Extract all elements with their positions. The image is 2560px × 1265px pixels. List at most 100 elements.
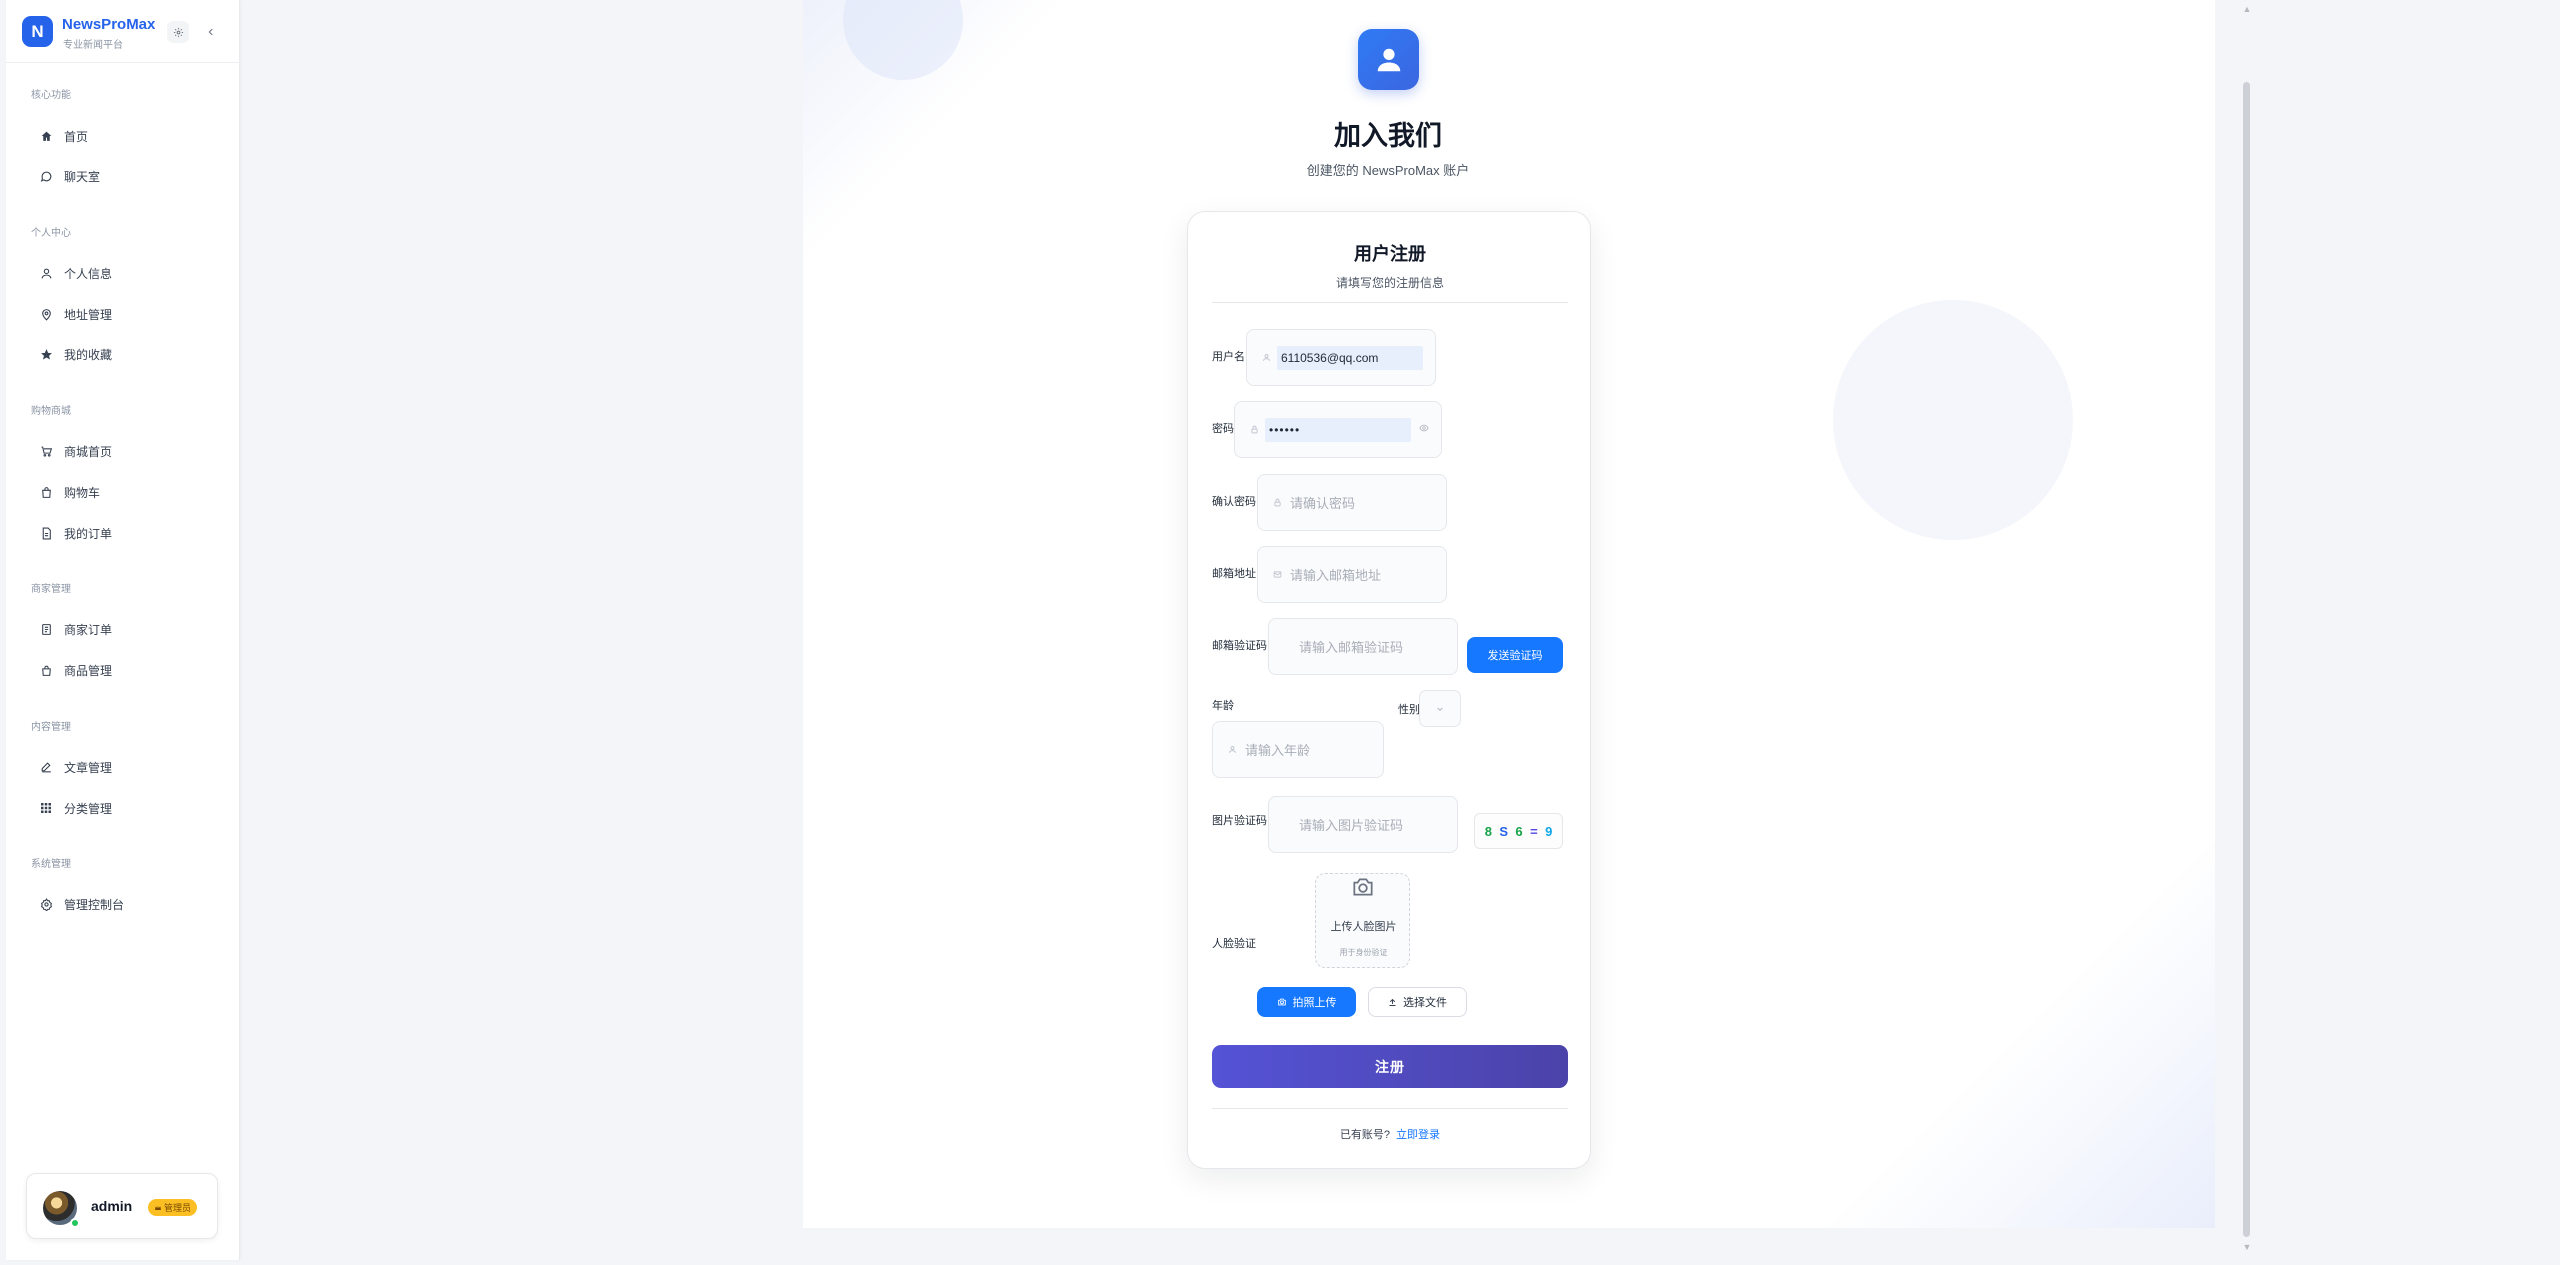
- page-subtitle: 创建您的 NewsProMax 账户: [1306, 163, 1470, 178]
- login-prompt-row: 已有账号? 立即登录: [1188, 1126, 1592, 1142]
- sidebar-item-products[interactable]: 商品管理: [24, 655, 224, 685]
- chevron-down-icon: [1437, 707, 1443, 711]
- eye-icon[interactable]: [1419, 423, 1429, 436]
- scroll-down-arrow[interactable]: ▼: [2242, 1242, 2252, 1252]
- theme-settings-button[interactable]: [167, 21, 189, 43]
- page-title: 加入我们: [1334, 121, 1442, 151]
- sidebar-item-favorites[interactable]: 我的收藏: [24, 339, 224, 369]
- section-title-personal: 个人中心: [31, 228, 71, 239]
- confirm-password-placeholder: 请确认密码: [1290, 496, 1356, 511]
- face-upload-area[interactable]: 上传人脸图片 用于身份验证: [1315, 873, 1410, 968]
- register-card: 用户注册 请填写您的注册信息 用户名 6110536@qq.com 密码 •••…: [1187, 211, 1591, 1169]
- product-icon: [38, 662, 54, 678]
- sidebar-item-label: 文章管理: [64, 760, 113, 775]
- section-title-content: 内容管理: [31, 722, 71, 733]
- choose-file-button[interactable]: 选择文件: [1368, 987, 1467, 1017]
- captcha-char: 8: [1484, 823, 1492, 839]
- scrollbar[interactable]: ▲ ▼: [2238, 0, 2256, 1265]
- scrollbar-thumb[interactable]: [2243, 82, 2250, 1237]
- mail-icon: [1272, 570, 1282, 580]
- sidebar-item-label: 我的订单: [64, 526, 113, 541]
- sidebar: N NewsProMax 专业新闻平台 核心功能 首页 聊天室 个人中心 个人信…: [6, 0, 240, 1260]
- divider: [1212, 302, 1568, 303]
- send-code-button[interactable]: 发送验证码: [1467, 637, 1563, 673]
- email-code-label: 邮箱验证码: [1212, 640, 1267, 652]
- captcha-image[interactable]: 8 S 6 = 9: [1474, 813, 1563, 849]
- brand-logo[interactable]: N: [22, 16, 53, 47]
- password-field[interactable]: ••••••: [1234, 401, 1442, 458]
- age-field[interactable]: 请输入年龄: [1212, 721, 1384, 778]
- camera-icon: [1353, 878, 1373, 896]
- sidebar-item-chat[interactable]: 聊天室: [24, 161, 224, 191]
- email-code-field[interactable]: 请输入邮箱验证码: [1268, 618, 1458, 675]
- user-icon: [1261, 353, 1271, 363]
- settings-icon: [38, 896, 54, 912]
- email-field[interactable]: 请输入邮箱地址: [1257, 546, 1447, 603]
- sidebar-item-orders[interactable]: 我的订单: [24, 518, 224, 548]
- brand-name: NewsProMax: [62, 16, 156, 33]
- image-code-field[interactable]: 请输入图片验证码: [1268, 796, 1458, 853]
- bag-icon: [38, 484, 54, 500]
- age-placeholder: 请输入年龄: [1245, 743, 1311, 758]
- email-code-placeholder: 请输入邮箱验证码: [1299, 640, 1404, 655]
- upload-icon: [1389, 998, 1396, 1006]
- decor-blob: [1833, 300, 2073, 540]
- register-submit-button[interactable]: 注册: [1212, 1045, 1568, 1088]
- sidebar-item-label: 管理控制台: [64, 897, 125, 912]
- captcha-char: 6: [1515, 823, 1523, 839]
- camera-upload-button[interactable]: 拍照上传: [1257, 987, 1356, 1017]
- section-title-system: 系统管理: [31, 859, 71, 870]
- login-prompt: 已有账号?: [1339, 1129, 1391, 1141]
- login-link[interactable]: 立即登录: [1396, 1129, 1440, 1141]
- lock-icon: [1272, 498, 1282, 508]
- sidebar-item-articles[interactable]: 文章管理: [24, 752, 224, 782]
- crown-icon: [155, 1205, 161, 1210]
- online-status-dot: [70, 1218, 80, 1228]
- gender-select[interactable]: [1419, 690, 1461, 727]
- form-subtitle: 请填写您的注册信息: [1335, 276, 1444, 290]
- confirm-password-field[interactable]: 请确认密码: [1257, 474, 1447, 531]
- user-card[interactable]: admin 管理员: [26, 1173, 218, 1239]
- face-label: 人脸验证: [1212, 938, 1256, 950]
- sidebar-item-label: 我的收藏: [64, 347, 113, 362]
- username-field[interactable]: 6110536@qq.com: [1246, 329, 1436, 386]
- section-title-merchant: 商家管理: [31, 584, 71, 595]
- decor-blob: [843, 0, 963, 80]
- sidebar-item-merchant-orders[interactable]: 商家订单: [24, 614, 224, 644]
- captcha-char: S: [1499, 823, 1509, 839]
- lock-icon: [1249, 425, 1259, 435]
- sidebar-item-address[interactable]: 地址管理: [24, 299, 224, 329]
- sidebar-item-admin-console[interactable]: 管理控制台: [24, 889, 224, 919]
- chevron-left-icon: [208, 28, 213, 36]
- brand-header: N NewsProMax 专业新闻平台: [6, 0, 240, 63]
- captcha-char: =: [1530, 823, 1538, 839]
- user-icon: [1227, 745, 1237, 755]
- sidebar-item-shop-home[interactable]: 商城首页: [24, 436, 224, 466]
- receipt-icon: [38, 621, 54, 637]
- sidebar-item-label: 分类管理: [64, 801, 113, 816]
- password-label: 密码: [1212, 423, 1234, 435]
- role-badge-label: 管理员: [164, 1203, 192, 1213]
- main-content: 加入我们 创建您的 NewsProMax 账户 用户注册 请填写您的注册信息 用…: [240, 0, 2560, 1265]
- brand-subtitle: 专业新闻平台: [63, 40, 123, 51]
- scroll-up-arrow[interactable]: ▲: [2242, 4, 2252, 14]
- sidebar-item-label: 地址管理: [64, 307, 113, 322]
- app-root: N NewsProMax 专业新闻平台 核心功能 首页 聊天室 个人中心 个人信…: [0, 0, 2560, 1265]
- hero-user-icon: [1358, 29, 1419, 90]
- gender-label: 性别: [1398, 704, 1420, 716]
- sidebar-item-home[interactable]: 首页: [24, 121, 224, 151]
- role-badge: 管理员: [148, 1199, 198, 1216]
- sidebar-item-label: 商品管理: [64, 663, 113, 678]
- sidebar-item-label: 商城首页: [64, 444, 113, 459]
- edit-icon: [38, 759, 54, 775]
- home-icon: [38, 128, 54, 144]
- password-value: ••••••: [1265, 417, 1411, 442]
- divider: [1212, 1108, 1568, 1109]
- sidebar-item-categories[interactable]: 分类管理: [24, 793, 224, 823]
- sidebar-item-profile[interactable]: 个人信息: [24, 258, 224, 288]
- confirm-password-label: 确认密码: [1212, 496, 1256, 508]
- sidebar-item-cart[interactable]: 购物车: [24, 477, 224, 507]
- sidebar-item-label: 聊天室: [64, 169, 101, 184]
- image-code-placeholder: 请输入图片验证码: [1299, 818, 1404, 833]
- collapse-sidebar-button[interactable]: [200, 21, 222, 43]
